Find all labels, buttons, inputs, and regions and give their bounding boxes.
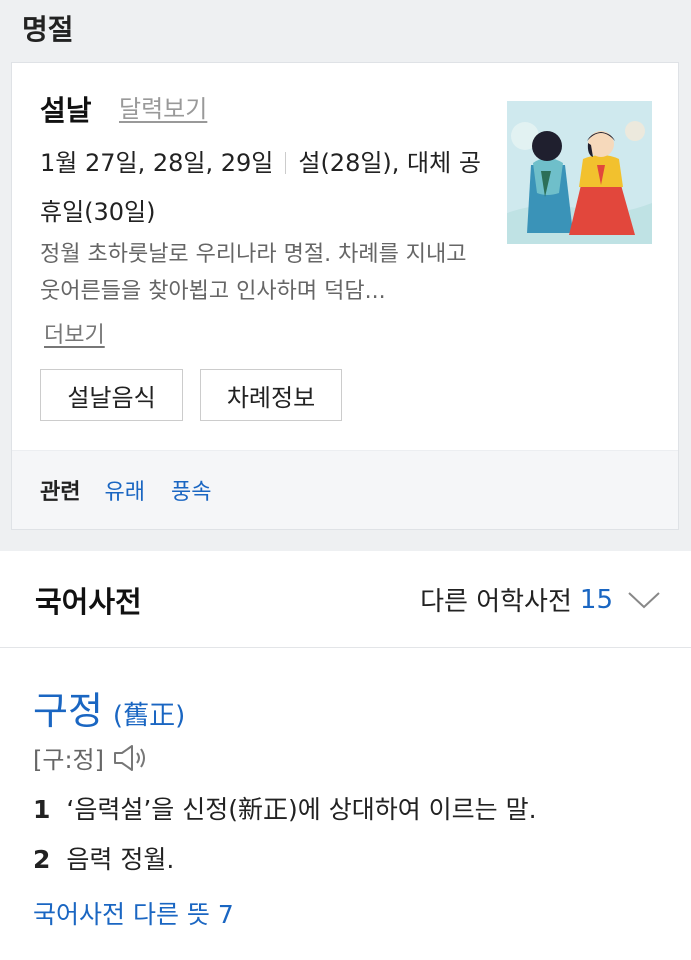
related-bar: 관련 유래 풍속 [12, 450, 678, 529]
calendar-link[interactable]: 달력보기 [119, 89, 207, 124]
pronunciation-row: [구:정] [33, 740, 148, 775]
date-text: 1월 27일, 28일, 29일 [40, 149, 274, 177]
holiday-dates: 1월 27일, 28일, 29일 설(28일), 대체 공휴일(30일) [40, 139, 486, 237]
chip-ancestral-rite[interactable]: 차례정보 [200, 369, 342, 421]
separator [285, 152, 287, 174]
more-meanings-link[interactable]: 국어사전 다른 뜻 7 [33, 895, 234, 931]
holiday-name[interactable]: 설날 [40, 89, 92, 129]
chevron-down-icon [628, 591, 660, 608]
pronunciation: [구:정] [33, 746, 104, 774]
other-dictionaries-toggle[interactable]: 다른 어학사전 15 [420, 581, 661, 618]
related-link-origin[interactable]: 유래 [104, 474, 144, 506]
definition-text: ‘음력설’을 신정(新正)에 상대하여 이르는 말. [66, 795, 537, 824]
dictionary-header: 국어사전 다른 어학사전 15 [0, 551, 691, 648]
hanja[interactable]: (舊正) [113, 701, 185, 731]
other-dictionaries-count: 15 [579, 584, 613, 615]
dictionary-title: 국어사전 [35, 585, 142, 619]
holiday-image[interactable] [507, 101, 652, 244]
related-link-customs[interactable]: 풍속 [171, 474, 211, 506]
entry-heading: 구정 (舊正) [33, 680, 673, 735]
section-title: 명절 [22, 13, 74, 46]
definition-2: 2 음력 정월. [33, 840, 174, 876]
speaker-icon[interactable] [112, 743, 148, 773]
definition-text: 음력 정월. [66, 845, 175, 874]
headword[interactable]: 구정 [33, 689, 103, 733]
more-link[interactable]: 더보기 [44, 317, 105, 349]
chip-holiday-food[interactable]: 설날음식 [40, 369, 183, 421]
definition-1: 1 ‘음력설’을 신정(新正)에 상대하여 이르는 말. [33, 790, 537, 826]
definition-number: 2 [33, 845, 51, 874]
holiday-card-main: 설날 달력보기 1월 27일, 28일, 29일 설(28일), 대체 공휴일(3… [12, 63, 678, 451]
definition-number: 1 [33, 795, 51, 824]
other-dictionaries-label: 다른 어학사전 [420, 587, 572, 617]
dictionary-entry: 구정 (舊正) [구:정] 1 ‘음력설’을 신정(新正)에 상대하여 이르는 말.… [33, 680, 673, 929]
holiday-description: 정월 초하룻날로 우리나라 명절. 차례를 지내고 웃어른들을 찾아뵙고 인사하… [40, 242, 467, 304]
hanbok-couple-illustration [507, 101, 652, 244]
holiday-card: 설날 달력보기 1월 27일, 28일, 29일 설(28일), 대체 공휴일(3… [11, 62, 679, 530]
holiday-section: 명절 설날 달력보기 1월 27일, 28일, 29일 설(28일), 대체 공휴… [0, 0, 691, 551]
related-label: 관련 [40, 480, 81, 505]
